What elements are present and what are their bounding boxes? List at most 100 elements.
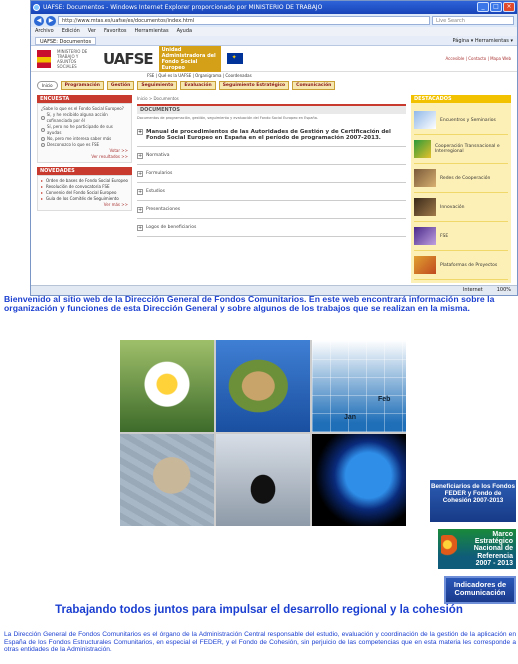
menu-ver[interactable]: Ver	[88, 27, 96, 36]
news-item[interactable]: Guía de los Comités de Seguimiento	[41, 196, 128, 202]
documentos-title: DOCUMENTOS	[137, 104, 406, 114]
destacado-image	[414, 256, 436, 274]
destacados-box: Encuentros y Seminarios Cooperación Tran…	[411, 103, 511, 283]
window-title: UAFSE: Documentos - Windows Internet Exp…	[43, 4, 323, 11]
expand-icon[interactable]: +	[137, 129, 143, 135]
ie-icon	[33, 4, 40, 11]
destacado-image	[414, 140, 431, 158]
expand-icon[interactable]: +	[137, 171, 143, 177]
beneficiarios-badge[interactable]: Beneficiarios de los Fondos FEDER y Fond…	[430, 480, 516, 522]
encuesta-title: ENCUESTA	[37, 95, 132, 103]
site-logo[interactable]: UAFSE	[103, 50, 154, 68]
indicadores-badge[interactable]: Indicadores de Comunicación	[444, 576, 516, 604]
tab-seguimiento[interactable]: Seguimiento	[137, 81, 178, 90]
window-controls: _ □ ×	[477, 2, 515, 12]
radio-icon[interactable]	[41, 137, 45, 141]
doc-row[interactable]: + Presentaciones	[137, 201, 406, 219]
resultados-link[interactable]: Ver resultados >>	[41, 154, 128, 160]
browser-screenshot: UAFSE: Documentos - Windows Internet Exp…	[30, 0, 518, 296]
statue-photo	[216, 434, 310, 526]
destacado-item[interactable]: Cooperación Transnacional e Interregiona…	[414, 135, 508, 164]
tab-gestion[interactable]: Gestión	[106, 81, 135, 90]
doc-row[interactable]: + Manual de procedimientos de las Autorid…	[137, 123, 406, 147]
close-icon[interactable]: ×	[503, 2, 515, 12]
photo-collage: Jan Feb	[120, 340, 406, 526]
radio-icon[interactable]	[41, 143, 45, 147]
doc-label: Estudios	[146, 189, 166, 194]
tab-evaluacion[interactable]: Evaluación	[180, 81, 216, 90]
doc-row[interactable]: + Normativa	[137, 147, 406, 165]
destacado-image	[414, 111, 436, 129]
menu-archivo[interactable]: Archivo	[35, 27, 54, 36]
expand-icon[interactable]: +	[137, 153, 143, 159]
left-column: ENCUESTA ¿Sabe lo que es el Fondo Social…	[37, 95, 132, 283]
daisy-photo	[120, 340, 214, 432]
address-bar: ◀ ▶ http://www.mtas.es/uafse/es/document…	[31, 14, 517, 27]
web-page: MINISTERIO DE TRABAJO Y ASUNTOS SOCIALES…	[31, 46, 517, 285]
ministerio-label: MINISTERIO DE TRABAJO Y ASUNTOS SOCIALES	[57, 48, 88, 69]
menu-favoritos[interactable]: Favoritos	[104, 27, 127, 36]
destacado-item[interactable]: Plataformas de Proyectos	[414, 251, 508, 280]
tab-seguimiento-estrategico[interactable]: Seguimiento Estratégico	[218, 81, 290, 90]
destacado-label: Plataformas de Proyectos	[440, 262, 498, 268]
doc-label: Formularios	[146, 171, 173, 176]
intro-text: Bienvenido al sitio web de la Dirección …	[4, 294, 495, 314]
menu-edicion[interactable]: Edición	[62, 27, 80, 36]
breadcrumb[interactable]: Inicio > Documentos	[137, 95, 406, 104]
destacado-item[interactable]: FSE	[414, 222, 508, 251]
header-links[interactable]: Accesible | Contacto | Mapa Web	[445, 56, 511, 62]
destacado-item[interactable]: Encuentros y Seminarios	[414, 106, 508, 135]
option-label: Sí, pero no he participado de sus ayudas	[46, 124, 113, 135]
destacado-image	[414, 169, 436, 187]
back-icon[interactable]: ◀	[34, 15, 44, 26]
menu-herramientas[interactable]: Herramientas	[135, 27, 169, 36]
doc-label: Manual de procedimientos de las Autorida…	[146, 129, 391, 141]
doc-label: Presentaciones	[146, 207, 181, 212]
minimize-icon[interactable]: _	[477, 2, 489, 12]
option-label: Sí, y he recibido alguna acción cofinanc…	[46, 112, 108, 123]
destacado-image	[414, 198, 436, 216]
tab-programacion[interactable]: Programación	[60, 81, 104, 90]
destacado-label: Redes de Cooperación	[440, 175, 491, 181]
doc-row[interactable]: + Formularios	[137, 165, 406, 183]
radio-icon[interactable]	[41, 116, 45, 120]
coat-of-arms-icon	[37, 49, 51, 68]
search-input[interactable]: Live Search	[432, 16, 514, 25]
destacado-label: Encuentros y Seminarios	[440, 117, 496, 123]
encuesta-option[interactable]: Sí, pero no he participado de sus ayudas	[41, 124, 128, 136]
documentos-intro: Documentos de programación, gestión, seg…	[137, 116, 319, 120]
url-field[interactable]: http://www.mtas.es/uafse/es/documentos/i…	[58, 16, 430, 25]
graph-photo: Jan Feb	[312, 340, 406, 432]
encuesta-option[interactable]: Sí, y he recibido alguna acción cofinanc…	[41, 112, 128, 124]
doc-row[interactable]: + Logos de beneficiarios	[137, 219, 406, 237]
status-zoom[interactable]: 100%	[497, 286, 511, 295]
expand-icon[interactable]: +	[137, 189, 143, 195]
eu-flag-icon	[226, 53, 243, 64]
expand-icon[interactable]: +	[137, 207, 143, 213]
tab-comunicacion[interactable]: Comunicación	[292, 81, 336, 90]
destacado-item[interactable]: Innovación	[414, 193, 508, 222]
browser-tab[interactable]: UAFSE: Documentos	[35, 37, 97, 45]
ver-mas-link[interactable]: Ver más >>	[41, 202, 128, 208]
maximize-icon[interactable]: □	[490, 2, 502, 12]
doc-label: Logos de beneficiarios	[146, 225, 197, 230]
expand-icon[interactable]: +	[137, 225, 143, 231]
graph-label: Jan	[344, 414, 357, 421]
destacado-label: Cooperación Transnacional e Interregiona…	[434, 144, 500, 154]
documents-column: Inicio > Documentos DOCUMENTOS Documento…	[137, 95, 406, 283]
site-nav: Inicio Programación Gestión Seguimiento …	[31, 78, 517, 93]
radio-icon[interactable]	[41, 128, 45, 132]
page-columns: ENCUESTA ¿Sabe lo que es el Fondo Social…	[31, 93, 517, 285]
toolbar-right[interactable]: Página ▾ Herramientas ▾	[453, 36, 514, 45]
forward-icon[interactable]: ▶	[46, 15, 56, 26]
europe-map-photo	[120, 434, 214, 526]
destacado-item[interactable]: Redes de Cooperación	[414, 164, 508, 193]
badges-column: Beneficiarios de los Fondos FEDER y Fond…	[430, 480, 516, 611]
option-label: Desconozco lo que es FSE	[47, 142, 100, 147]
doc-label: Normativa	[146, 153, 170, 158]
earth-photo	[312, 434, 406, 526]
inicio-button[interactable]: Inicio	[37, 81, 58, 90]
menu-ayuda[interactable]: Ayuda	[177, 27, 192, 36]
marco-estrategico-badge[interactable]: Marco Estratégico Nacional de Referencia…	[438, 529, 516, 569]
doc-row[interactable]: + Estudios	[137, 183, 406, 201]
